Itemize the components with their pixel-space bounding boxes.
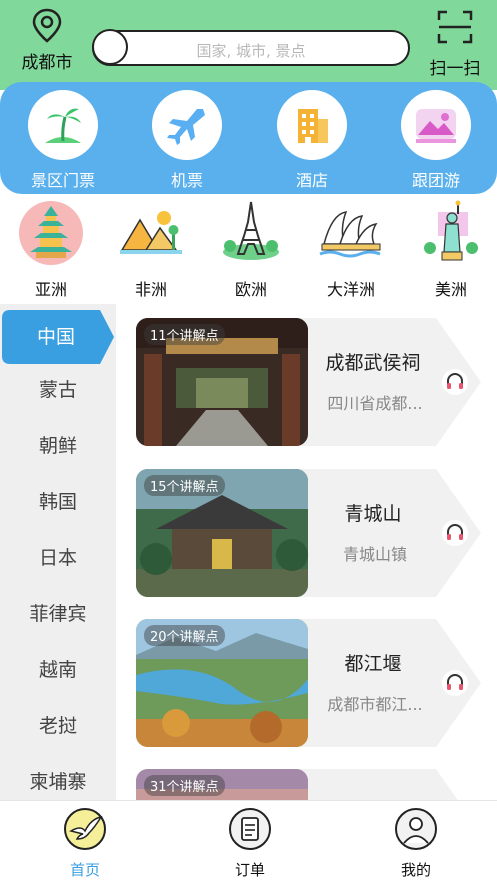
tab-home[interactable]: 首页 [35,807,135,880]
attraction-card[interactable]: 11个讲解点 成都武侯祠 四川省成都... [136,318,481,446]
pyramids-icon [116,200,186,266]
audio-points-badge: 15个讲解点 [144,475,225,496]
attraction-title: 青城山 [344,503,402,525]
continent-africa[interactable]: 非洲 [106,200,196,300]
attraction-photo: 15个讲解点 [136,469,308,597]
sidebar-item-china[interactable]: 中国 [0,310,112,364]
scan-button[interactable]: 扫一扫 [420,10,490,79]
continent-label: 亚洲 [34,280,67,299]
group-tour-icon [401,90,471,160]
continent-label: 美洲 [434,280,467,299]
orders-icon [229,808,271,850]
top-header: 成都市 国家, 城市, 景点 扫一扫 [0,0,497,90]
opera-house-icon [316,200,386,266]
category-panel: 景区门票 机票 酒店 跟团游 [0,82,497,194]
sidebar-item-laos[interactable]: 老挝 [0,698,116,754]
continent-asia[interactable]: 亚洲 [6,200,96,300]
category-hotels[interactable]: 酒店 [262,90,362,191]
continent-label: 非洲 [134,280,167,299]
audio-points-badge: 11个讲解点 [144,324,225,345]
tab-label: 订单 [234,861,265,879]
airplane-icon [152,90,222,160]
attraction-photo: 31个讲解点 [136,769,308,800]
sidebar-item-vietnam[interactable]: 越南 [0,642,116,698]
hotel-icon [277,90,347,160]
tab-orders[interactable]: 订单 [200,807,300,880]
category-flights[interactable]: 机票 [137,90,237,191]
attraction-location: 成都市都江... [327,695,423,714]
category-label: 景区门票 [30,171,95,190]
audio-points-badge: 20个讲解点 [144,625,225,646]
category-label: 酒店 [295,171,328,190]
tab-label: 我的 [400,861,431,879]
continent-oceania[interactable]: 大洋洲 [306,200,396,300]
attraction-card[interactable]: 20个讲解点 都江堰 成都市都江... [136,619,481,747]
bottom-tab-bar: 首页 订单 我的 [0,800,497,883]
location-pin-icon [32,8,62,43]
profile-icon [395,808,437,850]
search-bar[interactable]: 国家, 城市, 景点 [92,29,410,66]
tab-label: 首页 [69,861,100,879]
continent-label: 欧洲 [234,280,267,299]
headphones-icon[interactable] [442,670,468,696]
attraction-photo: 20个讲解点 [136,619,308,747]
eiffel-tower-icon [216,200,286,266]
pagoda-icon [16,200,86,266]
headphones-icon[interactable] [442,520,468,546]
attraction-photo: 11个讲解点 [136,318,308,446]
tab-profile[interactable]: 我的 [366,807,466,880]
attraction-title: 都江堰 [344,653,402,675]
sidebar-item-mongolia[interactable]: 蒙古 [0,362,116,418]
statue-of-liberty-icon [416,200,486,266]
sidebar-item-north-korea[interactable]: 朝鲜 [0,418,116,474]
scan-icon [437,10,473,44]
sidebar-item-philippines[interactable]: 菲律宾 [0,586,116,642]
category-scenic-tickets[interactable]: 景区门票 [13,90,113,191]
category-label: 机票 [170,171,203,190]
attraction-location: 青城山镇 [342,545,407,564]
headphones-icon[interactable] [442,369,468,395]
attraction-location: 四川省成都... [327,394,423,413]
scan-label: 扫一扫 [429,59,481,79]
continent-europe[interactable]: 欧洲 [206,200,296,300]
category-group-tours[interactable]: 跟团游 [386,90,486,191]
attraction-card[interactable]: 15个讲解点 青城山 青城山镇 [136,469,481,597]
location-selector[interactable]: 成都市 [12,8,82,73]
attraction-title: 成都武侯祠 [325,352,421,374]
continent-label: 大洋洲 [326,280,375,299]
attraction-card[interactable]: 31个讲解点 [136,769,481,800]
audio-points-badge: 31个讲解点 [144,775,225,796]
location-label: 成都市 [21,53,73,73]
sidebar-item-japan[interactable]: 日本 [0,530,116,586]
palm-tree-icon [28,90,98,160]
home-bird-icon [64,808,106,850]
search-placeholder: 国家, 城市, 景点 [196,42,306,60]
category-label: 跟团游 [411,171,460,190]
continent-americas[interactable]: 美洲 [406,200,496,300]
sidebar-item-south-korea[interactable]: 韩国 [0,474,116,530]
